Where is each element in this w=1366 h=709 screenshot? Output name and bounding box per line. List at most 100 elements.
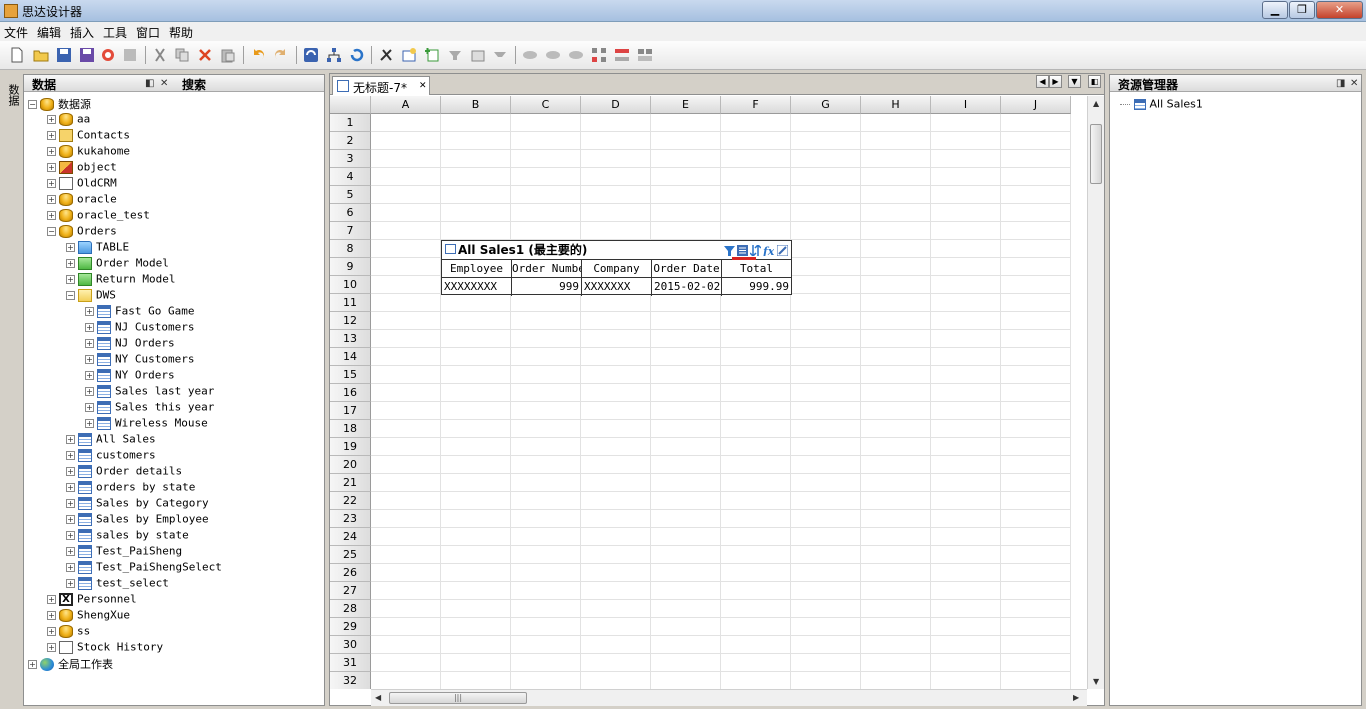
row-header[interactable]: 4 <box>330 168 371 186</box>
menu-edit[interactable]: 编辑 <box>37 24 61 41</box>
row-header[interactable]: 5 <box>330 186 371 204</box>
tree-item[interactable]: + X Personnel <box>47 592 137 608</box>
tree-item[interactable]: + Test_PaiSheng <box>66 544 182 560</box>
tab-close-icon[interactable]: ✕ <box>419 81 427 91</box>
tool-icon[interactable] <box>378 47 394 63</box>
column-header[interactable]: A <box>371 96 441 114</box>
report-title-bar[interactable]: All Sales1 (最主要的) fx <box>442 241 791 260</box>
tree-item[interactable]: + ss <box>47 624 90 640</box>
row-header[interactable]: 7 <box>330 222 371 240</box>
expand-toggle-icon[interactable]: + <box>85 338 94 348</box>
expand-toggle-icon[interactable]: + <box>66 258 75 268</box>
row-header[interactable]: 20 <box>330 456 371 474</box>
save-all-icon[interactable] <box>79 47 95 63</box>
expand-toggle-icon[interactable]: − <box>47 226 56 236</box>
report-column-header[interactable]: Employee <box>442 260 512 278</box>
row-header[interactable]: 31 <box>330 654 371 672</box>
sort-icon[interactable] <box>750 245 761 256</box>
report-column-header[interactable]: Company <box>582 260 652 278</box>
expand-toggle-icon[interactable]: + <box>66 562 75 572</box>
add-column-icon[interactable] <box>424 47 440 63</box>
tree-item[interactable]: + customers <box>66 448 156 464</box>
row-header[interactable]: 11 <box>330 294 371 312</box>
report-cell[interactable]: XXXXXXX <box>582 278 652 296</box>
expand-toggle-icon[interactable]: + <box>85 306 94 316</box>
row-header[interactable]: 30 <box>330 636 371 654</box>
tree-item[interactable]: + ShengXue <box>47 608 130 624</box>
expand-toggle-icon[interactable]: + <box>47 626 56 636</box>
resource-item[interactable]: All Sales1 <box>1120 97 1203 113</box>
row-header[interactable]: 15 <box>330 366 371 384</box>
row-header[interactable]: 32 <box>330 672 371 689</box>
report-cell[interactable]: 999.99 <box>722 278 791 296</box>
column-header[interactable]: G <box>791 96 861 114</box>
expand-toggle-icon[interactable]: + <box>47 130 56 140</box>
row-header[interactable]: 17 <box>330 402 371 420</box>
expand-toggle-icon[interactable]: + <box>47 194 56 204</box>
tab-search[interactable]: 搜索 <box>182 76 206 93</box>
split-icon[interactable] <box>614 47 630 63</box>
expand-toggle-icon[interactable]: + <box>85 322 94 332</box>
link-icon[interactable] <box>522 47 538 63</box>
row-header[interactable]: 9 <box>330 258 371 276</box>
spreadsheet-grid[interactable]: ABCDEFGHIJ 1 2 3 4 5 6 7 8 9 10 11 12 13 14 15 16 17 18 19… <box>330 96 1087 689</box>
report-column-header[interactable]: Order Date <box>652 260 722 278</box>
sort-icon[interactable] <box>492 47 508 63</box>
tree-item[interactable]: + Contacts <box>47 128 130 144</box>
cut-icon[interactable] <box>152 47 168 63</box>
close-button[interactable]: ✕ <box>1316 1 1363 19</box>
column-header[interactable]: J <box>1001 96 1071 114</box>
expand-toggle-icon[interactable]: + <box>47 162 56 172</box>
tab-data[interactable]: 数据 <box>32 76 56 93</box>
pin-icon[interactable]: ◧ <box>145 78 154 89</box>
tree-item[interactable]: + TABLE <box>66 240 129 256</box>
tree-item[interactable]: + Order Model <box>66 256 169 272</box>
select-all-corner[interactable] <box>330 96 371 114</box>
copy-icon[interactable] <box>174 47 190 63</box>
tab-list-button[interactable]: ▼ <box>1068 75 1081 88</box>
report-block[interactable]: All Sales1 (最主要的) fx EmployeeOrder Numbe… <box>441 240 792 296</box>
row-header[interactable]: 10 <box>330 276 371 294</box>
layout-icon[interactable] <box>637 47 653 63</box>
row-header[interactable]: 1 <box>330 114 371 132</box>
menu-window[interactable]: 窗口 <box>136 24 160 41</box>
expand-toggle-icon[interactable]: + <box>47 146 56 156</box>
expand-toggle-icon[interactable]: − <box>66 290 75 300</box>
row-header[interactable]: 8 <box>330 240 371 258</box>
tree-item[interactable]: + NJ Orders <box>85 336 175 352</box>
tree-item[interactable]: + kukahome <box>47 144 130 160</box>
maximize-button[interactable]: ❐ <box>1289 1 1315 19</box>
horizontal-scrollbar[interactable]: ◀ ||| ▶ <box>371 689 1087 706</box>
column-header[interactable]: H <box>861 96 931 114</box>
row-header[interactable]: 6 <box>330 204 371 222</box>
column-header[interactable]: E <box>651 96 721 114</box>
tree-item[interactable]: + oracle <box>47 192 117 208</box>
column-header[interactable]: I <box>931 96 1001 114</box>
save-icon[interactable] <box>56 47 72 63</box>
row-header[interactable]: 12 <box>330 312 371 330</box>
expand-toggle-icon[interactable]: + <box>66 498 75 508</box>
column-header[interactable]: D <box>581 96 651 114</box>
vertical-scrollbar[interactable]: ▲ ▼ <box>1087 96 1104 689</box>
expand-toggle-icon[interactable]: − <box>28 99 37 109</box>
row-header[interactable]: 2 <box>330 132 371 150</box>
pin-icon[interactable]: ◨ <box>1336 78 1345 89</box>
row-header[interactable]: 14 <box>330 348 371 366</box>
column-header[interactable]: F <box>721 96 791 114</box>
row-header[interactable]: 29 <box>330 618 371 636</box>
expand-toggle-icon[interactable]: + <box>47 114 56 124</box>
row-header[interactable]: 3 <box>330 150 371 168</box>
expand-toggle-icon[interactable]: + <box>47 210 56 220</box>
filter-icon[interactable] <box>447 47 463 63</box>
paste-icon[interactable] <box>220 47 236 63</box>
row-header[interactable]: 13 <box>330 330 371 348</box>
tree-icon[interactable] <box>326 47 342 63</box>
column-header[interactable]: B <box>441 96 511 114</box>
expand-toggle-icon[interactable]: + <box>66 482 75 492</box>
data-vertical-tab[interactable]: 数据 <box>3 78 21 112</box>
list-icon[interactable] <box>737 245 748 256</box>
edit-icon[interactable] <box>470 47 486 63</box>
tree-item[interactable]: − 数据源 <box>28 96 91 112</box>
menu-help[interactable]: 帮助 <box>169 24 193 41</box>
expand-toggle-icon[interactable]: + <box>28 659 37 669</box>
